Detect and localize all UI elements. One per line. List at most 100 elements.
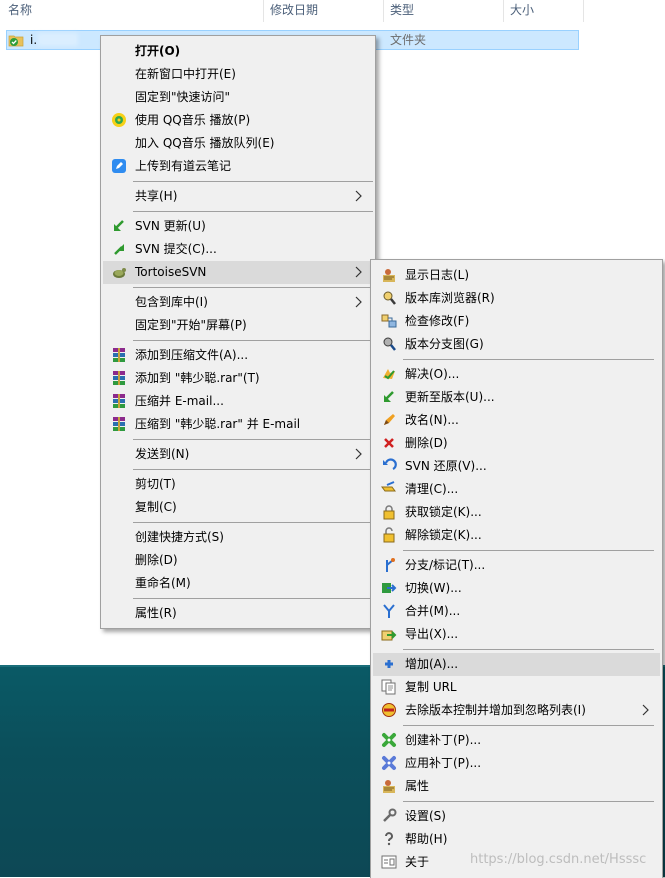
svn-item-delete[interactable]: 删除(D) — [373, 432, 660, 455]
svn-item-repo-browser[interactable]: 版本库浏览器(R) — [373, 287, 660, 310]
menu-separator — [133, 522, 373, 523]
menu-separator — [403, 801, 654, 802]
menu-item-add-rar[interactable]: 添加到 "韩少聪.rar"(T) — [103, 367, 373, 390]
menu-item-add-archive[interactable]: 添加到压缩文件(A)... — [103, 344, 373, 367]
menu-item-properties[interactable]: 属性(R) — [103, 602, 373, 625]
get-lock-icon — [383, 505, 395, 520]
menu-item-send-to[interactable]: 发送到(N) — [103, 443, 373, 466]
menu-item-label: 解除锁定(K)... — [405, 528, 482, 542]
svn-item-cleanup[interactable]: 清理(C)... — [373, 478, 660, 501]
menu-item-label: 剪切(T) — [135, 477, 176, 491]
svn-item-check-modifications[interactable]: 检查修改(F) — [373, 310, 660, 333]
menu-item-pin-start[interactable]: 固定到"开始"屏幕(P) — [103, 314, 373, 337]
menu-item-rename[interactable]: 重命名(M) — [103, 572, 373, 595]
check-modifications-icon — [381, 314, 397, 328]
svn-item-ignore[interactable]: 去除版本控制并增加到忽略列表(I) — [373, 699, 660, 722]
menu-item-compress-rar-email[interactable]: 压缩到 "韩少聪.rar" 并 E-mail — [103, 413, 373, 436]
column-separator[interactable] — [263, 0, 264, 22]
svn-item-create-patch[interactable]: 创建补丁(P)... — [373, 729, 660, 752]
watermark: https://blog.csdn.net/Hsssc — [470, 852, 647, 867]
menu-item-label: 创建快捷方式(S) — [135, 530, 224, 544]
menu-separator — [403, 725, 654, 726]
svn-item-merge[interactable]: 合并(M)... — [373, 600, 660, 623]
menu-item-copy[interactable]: 复制(C) — [103, 496, 373, 519]
chevron-right-icon — [355, 190, 362, 202]
column-header-name[interactable]: 名称 — [8, 0, 32, 22]
menu-item-svn-commit[interactable]: SVN 提交(C)... — [103, 238, 373, 261]
show-log-icon — [383, 269, 395, 282]
menu-item-qq-music-queue[interactable]: 加入 QQ音乐 播放队列(E) — [103, 132, 373, 155]
menu-item-label: 应用补丁(P)... — [405, 756, 482, 770]
menu-item-label: 检查修改(F) — [405, 314, 470, 328]
column-header-date[interactable]: 修改日期 — [270, 0, 318, 22]
settings-icon — [383, 808, 397, 822]
menu-item-include-library[interactable]: 包含到库中(I) — [103, 291, 373, 314]
menu-item-label: 压缩并 E-mail... — [135, 394, 224, 408]
svn-item-get-lock[interactable]: 获取锁定(K)... — [373, 501, 660, 524]
menu-item-label: 打开(O) — [135, 44, 181, 58]
svn-item-resolve[interactable]: 解决(O)... — [373, 363, 660, 386]
create-patch-icon — [382, 733, 396, 747]
menu-item-svn-update[interactable]: SVN 更新(U) — [103, 215, 373, 238]
winrar-icon — [113, 371, 125, 385]
chevron-right-icon — [355, 448, 362, 460]
menu-item-share[interactable]: 共享(H) — [103, 185, 373, 208]
svn-item-release-lock[interactable]: 解除锁定(K)... — [373, 524, 660, 547]
menu-item-qq-music-play[interactable]: 使用 QQ音乐 播放(P) — [103, 109, 373, 132]
menu-item-label: 改名(N)... — [405, 413, 459, 427]
svn-item-copy-url[interactable]: 复制 URL — [373, 676, 660, 699]
svn-item-help[interactable]: 帮助(H) — [373, 828, 660, 851]
column-header-size[interactable]: 大小 — [510, 0, 534, 22]
svn-item-show-log[interactable]: 显示日志(L) — [373, 264, 660, 287]
menu-separator — [133, 211, 373, 212]
tortoisesvn-submenu: 显示日志(L) 版本库浏览器(R) 检查修改(F) 版本分支图(G) 解决(O)… — [370, 259, 663, 878]
column-separator[interactable] — [583, 0, 584, 22]
svn-item-update-to-revision[interactable]: 更新至版本(U)... — [373, 386, 660, 409]
winrar-icon — [113, 417, 125, 431]
menu-item-open[interactable]: 打开(O) — [103, 40, 373, 63]
svn-item-revision-graph[interactable]: 版本分支图(G) — [373, 333, 660, 356]
menu-item-label: 清理(C)... — [405, 482, 459, 496]
merge-icon — [383, 604, 395, 618]
resolve-icon — [383, 369, 395, 380]
menu-item-label: 包含到库中(I) — [135, 295, 208, 309]
revert-icon — [383, 458, 397, 470]
menu-item-delete[interactable]: 删除(D) — [103, 549, 373, 572]
branch-tag-icon — [386, 558, 395, 572]
column-separator[interactable] — [383, 0, 384, 22]
menu-separator — [133, 439, 373, 440]
chevron-right-icon — [355, 296, 362, 308]
menu-item-create-shortcut[interactable]: 创建快捷方式(S) — [103, 526, 373, 549]
repo-browser-icon — [383, 291, 396, 305]
properties-icon — [383, 780, 395, 793]
svn-item-settings[interactable]: 设置(S) — [373, 805, 660, 828]
menu-item-youdao-upload[interactable]: 上传到有道云笔记 — [103, 155, 373, 178]
menu-item-compress-email[interactable]: 压缩并 E-mail... — [103, 390, 373, 413]
menu-item-label: 显示日志(L) — [405, 268, 470, 282]
menu-item-label: 创建补丁(P)... — [405, 733, 482, 747]
menu-item-cut[interactable]: 剪切(T) — [103, 473, 373, 496]
file-name-blur — [38, 33, 78, 46]
svn-item-revert[interactable]: SVN 还原(V)... — [373, 455, 660, 478]
menu-item-tortoisesvn[interactable]: TortoiseSVN — [103, 261, 373, 284]
menu-item-open-new-window[interactable]: 在新窗口中打开(E) — [103, 63, 373, 86]
menu-item-label: 更新至版本(U)... — [405, 390, 495, 404]
menu-item-label: 版本库浏览器(R) — [405, 291, 495, 305]
chevron-right-icon — [355, 266, 362, 278]
svn-update-icon — [114, 220, 124, 231]
svn-item-export[interactable]: 导出(X)... — [373, 623, 660, 646]
tortoise-icon — [113, 268, 126, 278]
svn-item-add[interactable]: 增加(A)... — [373, 653, 660, 676]
menu-separator — [133, 469, 373, 470]
svn-item-branch-tag[interactable]: 分支/标记(T)... — [373, 554, 660, 577]
svn-item-apply-patch[interactable]: 应用补丁(P)... — [373, 752, 660, 775]
svn-item-properties[interactable]: 属性 — [373, 775, 660, 798]
svn-item-switch[interactable]: 切换(W)... — [373, 577, 660, 600]
column-header-type[interactable]: 类型 — [390, 0, 414, 22]
menu-item-label: 重命名(M) — [135, 576, 191, 590]
svn-item-rename[interactable]: 改名(N)... — [373, 409, 660, 432]
menu-item-pin-quick-access[interactable]: 固定到"快速访问" — [103, 86, 373, 109]
update-to-revision-icon — [384, 391, 394, 402]
column-separator[interactable] — [503, 0, 504, 22]
menu-item-label: 添加到 "韩少聪.rar"(T) — [135, 371, 260, 385]
